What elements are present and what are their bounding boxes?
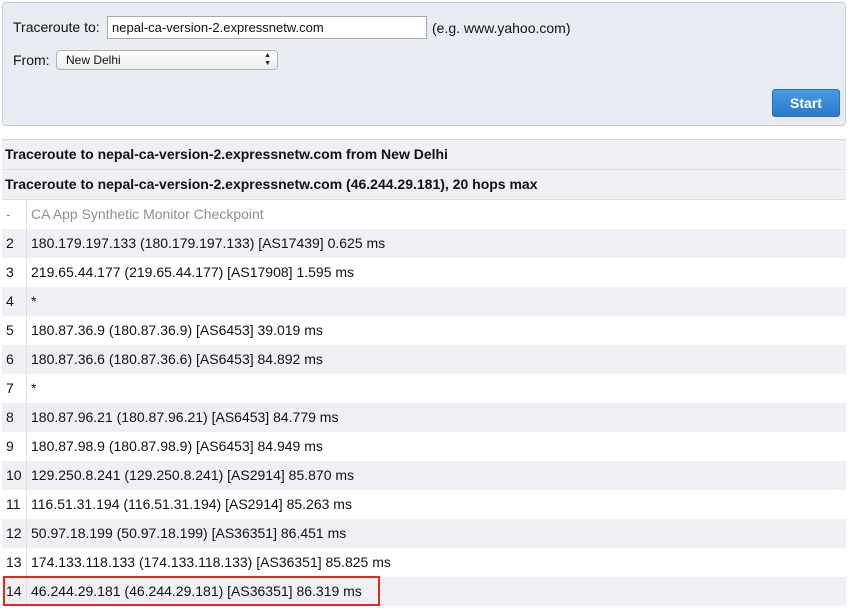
hop-detail: 129.250.8.241 (129.250.8.241) [AS2914] 8… [31, 467, 355, 483]
hop-detail: 50.97.18.199 (50.97.18.199) [AS36351] 86… [31, 525, 347, 541]
hop-number: 11 [2, 490, 27, 519]
hop-detail: 180.87.36.6 (180.87.36.6) [AS6453] 84.89… [31, 351, 323, 367]
hop-row: 4 * [2, 287, 846, 316]
hop-detail: CA App Synthetic Monitor Checkpoint [31, 206, 264, 222]
hop-number: 3 [2, 258, 27, 287]
hop-row: 9 180.87.98.9 (180.87.98.9) [AS6453] 84.9… [2, 432, 846, 461]
hop-number: 13 [2, 548, 27, 577]
results-header-destination: Traceroute to nepal-ca-version-2.express… [2, 170, 846, 200]
hop-number: 14 [2, 577, 27, 606]
hop-number: - [2, 200, 27, 229]
hop-number: 4 [2, 287, 27, 316]
hop-row: 5 180.87.36.9 (180.87.36.9) [AS6453] 39.0… [2, 316, 846, 345]
hop-number: 7 [2, 374, 27, 403]
hop-detail: 180.179.197.133 (180.179.197.133) [AS174… [31, 235, 386, 251]
results-header-source: Traceroute to nepal-ca-version-2.express… [2, 140, 846, 170]
hop-row: 6 180.87.36.6 (180.87.36.6) [AS6453] 84.8… [2, 345, 846, 374]
start-button[interactable]: Start [772, 89, 840, 117]
hop-row: 12 50.97.18.199 (50.97.18.199) [AS36351] … [2, 519, 846, 548]
hop-row: 7 * [2, 374, 846, 403]
hop-detail: 219.65.44.177 (219.65.44.177) [AS17908] … [31, 264, 355, 280]
hop-number: 2 [2, 229, 27, 258]
traceroute-to-label: Traceroute to: [13, 19, 100, 35]
hop-row: 3 219.65.44.177 (219.65.44.177) [AS17908]… [2, 258, 846, 287]
hop-detail: 180.87.98.9 (180.87.98.9) [AS6453] 84.94… [31, 438, 323, 454]
traceroute-results: Traceroute to nepal-ca-version-2.express… [2, 139, 846, 606]
hop-row: 10 129.250.8.241 (129.250.8.241) [AS2914]… [2, 461, 846, 490]
from-label: From: [13, 52, 50, 68]
traceroute-form-panel: Traceroute to: (e.g. www.yahoo.com) From… [2, 2, 846, 126]
hop-number: 8 [2, 403, 27, 432]
hop-detail: 174.133.118.133 (174.133.118.133) [AS363… [31, 554, 391, 570]
hop-number: 10 [2, 461, 27, 490]
from-location-select[interactable]: New Delhi ▲ ▼ [56, 50, 278, 70]
hop-row: 2 180.179.197.133 (180.179.197.133) [AS17… [2, 229, 846, 258]
hop-detail: * [31, 380, 37, 396]
hop-detail: 46.244.29.181 (46.244.29.181) [AS36351] … [31, 583, 362, 599]
hop-list: - CA App Synthetic Monitor Checkpoint 2 180… [2, 200, 846, 606]
up-down-chevron-icon: ▲ ▼ [264, 52, 271, 67]
hop-number: 9 [2, 432, 27, 461]
hop-row: 14 46.244.29.181 (46.244.29.181) [AS36351… [2, 577, 846, 606]
hop-number: 6 [2, 345, 27, 374]
hop-detail: 180.87.36.9 (180.87.36.9) [AS6453] 39.01… [31, 322, 323, 338]
from-selected-value: New Delhi [66, 53, 121, 67]
hop-detail: 116.51.31.194 (116.51.31.194) [AS2914] 8… [31, 496, 352, 512]
hop-number: 5 [2, 316, 27, 345]
hop-row: 13 174.133.118.133 (174.133.118.133) [AS3… [2, 548, 846, 577]
hop-row: - CA App Synthetic Monitor Checkpoint [2, 200, 846, 229]
hop-detail: * [31, 293, 37, 309]
example-hint: (e.g. www.yahoo.com) [432, 20, 571, 36]
hop-number: 12 [2, 519, 27, 548]
hop-detail: 180.87.96.21 (180.87.96.21) [AS6453] 84.… [31, 409, 339, 425]
hop-row: 8 180.87.96.21 (180.87.96.21) [AS6453] 84… [2, 403, 846, 432]
hop-row: 11 116.51.31.194 (116.51.31.194) [AS2914]… [2, 490, 846, 519]
traceroute-target-input[interactable] [107, 16, 427, 39]
